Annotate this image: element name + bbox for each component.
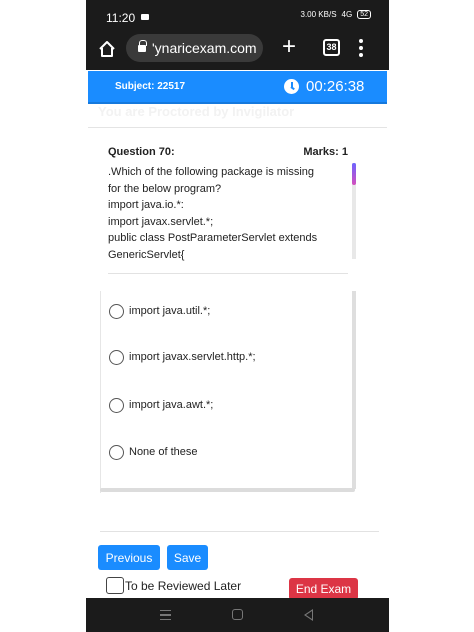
home-nav-icon[interactable]	[232, 609, 243, 620]
option-1[interactable]: import java.util.*;	[109, 301, 349, 321]
previous-button[interactable]: Previous	[98, 545, 160, 570]
network-speed: 3.00 KB/S	[300, 10, 337, 19]
review-checkbox[interactable]	[106, 577, 124, 594]
clock-icon	[284, 79, 299, 94]
status-time: 11:20	[106, 11, 136, 25]
option-label: import java.awt.*;	[129, 399, 214, 411]
signal-type: 4G	[341, 10, 353, 19]
question-marks: Marks: 1	[303, 146, 348, 158]
status-bar: 11:20 3.00 KB/S 4G 52	[86, 0, 389, 34]
divider	[100, 531, 379, 532]
status-indicators: 3.00 KB/S 4G 52	[300, 10, 371, 19]
scrollbar-thumb[interactable]	[352, 163, 356, 185]
question-scrollbar[interactable]	[352, 163, 356, 259]
option-3[interactable]: import java.awt.*;	[109, 395, 349, 415]
radio-button[interactable]	[109, 444, 124, 460]
question-text: .Which of the following package is missi…	[108, 166, 318, 261]
save-button[interactable]: Save	[167, 545, 208, 570]
review-label: To be Reviewed Later	[125, 578, 242, 593]
proctor-notice: You are Proctored by Invigilator	[98, 104, 295, 119]
url-text: ʹynaricexam.com	[152, 40, 257, 56]
radio-button[interactable]	[109, 349, 124, 365]
browser-toolbar: ʹynaricexam.com + 38	[86, 34, 389, 70]
more-menu-icon[interactable]	[358, 37, 364, 59]
tab-switcher-icon[interactable]: 38	[323, 39, 340, 56]
radio-button[interactable]	[109, 303, 124, 319]
subject-label: Subject: 22517	[115, 81, 186, 92]
option-label: None of these	[129, 446, 198, 458]
radio-button[interactable]	[109, 397, 124, 413]
options-list: import java.util.*; import javax.servlet…	[100, 291, 356, 493]
options-scrollbar[interactable]	[352, 291, 356, 489]
end-exam-button[interactable]: End Exam	[289, 578, 358, 600]
phone-screen: 11:20 3.00 KB/S 4G 52 ʹynaricexam.com + …	[86, 0, 389, 632]
option-label: import java.util.*;	[129, 305, 211, 317]
horizontal-scrollbar[interactable]	[100, 488, 355, 492]
home-icon[interactable]	[97, 39, 117, 59]
divider	[108, 273, 348, 274]
question-header: Question 70: Marks: 1	[108, 146, 348, 158]
recents-icon[interactable]	[160, 610, 171, 620]
question-card: Question 70: Marks: 1 .Which of the foll…	[88, 127, 387, 600]
exam-header: Subject: 22517 00:26:38	[88, 71, 387, 104]
lock-icon	[138, 39, 147, 53]
review-later-toggle[interactable]: To be Reviewed Later	[106, 577, 241, 594]
option-2[interactable]: import javax.servlet.http.*;	[109, 347, 349, 367]
option-label: import javax.servlet.http.*;	[129, 351, 256, 363]
camera-icon	[141, 14, 149, 20]
url-bar[interactable]: ʹynaricexam.com	[126, 34, 263, 62]
option-4[interactable]: None of these	[109, 442, 349, 462]
new-tab-icon[interactable]: +	[282, 35, 296, 59]
system-nav-bar	[86, 598, 389, 632]
exam-timer: 00:26:38	[306, 78, 365, 95]
question-title: Question 70:	[108, 146, 175, 158]
back-icon[interactable]	[304, 609, 313, 621]
battery-icon: 52	[357, 10, 371, 19]
